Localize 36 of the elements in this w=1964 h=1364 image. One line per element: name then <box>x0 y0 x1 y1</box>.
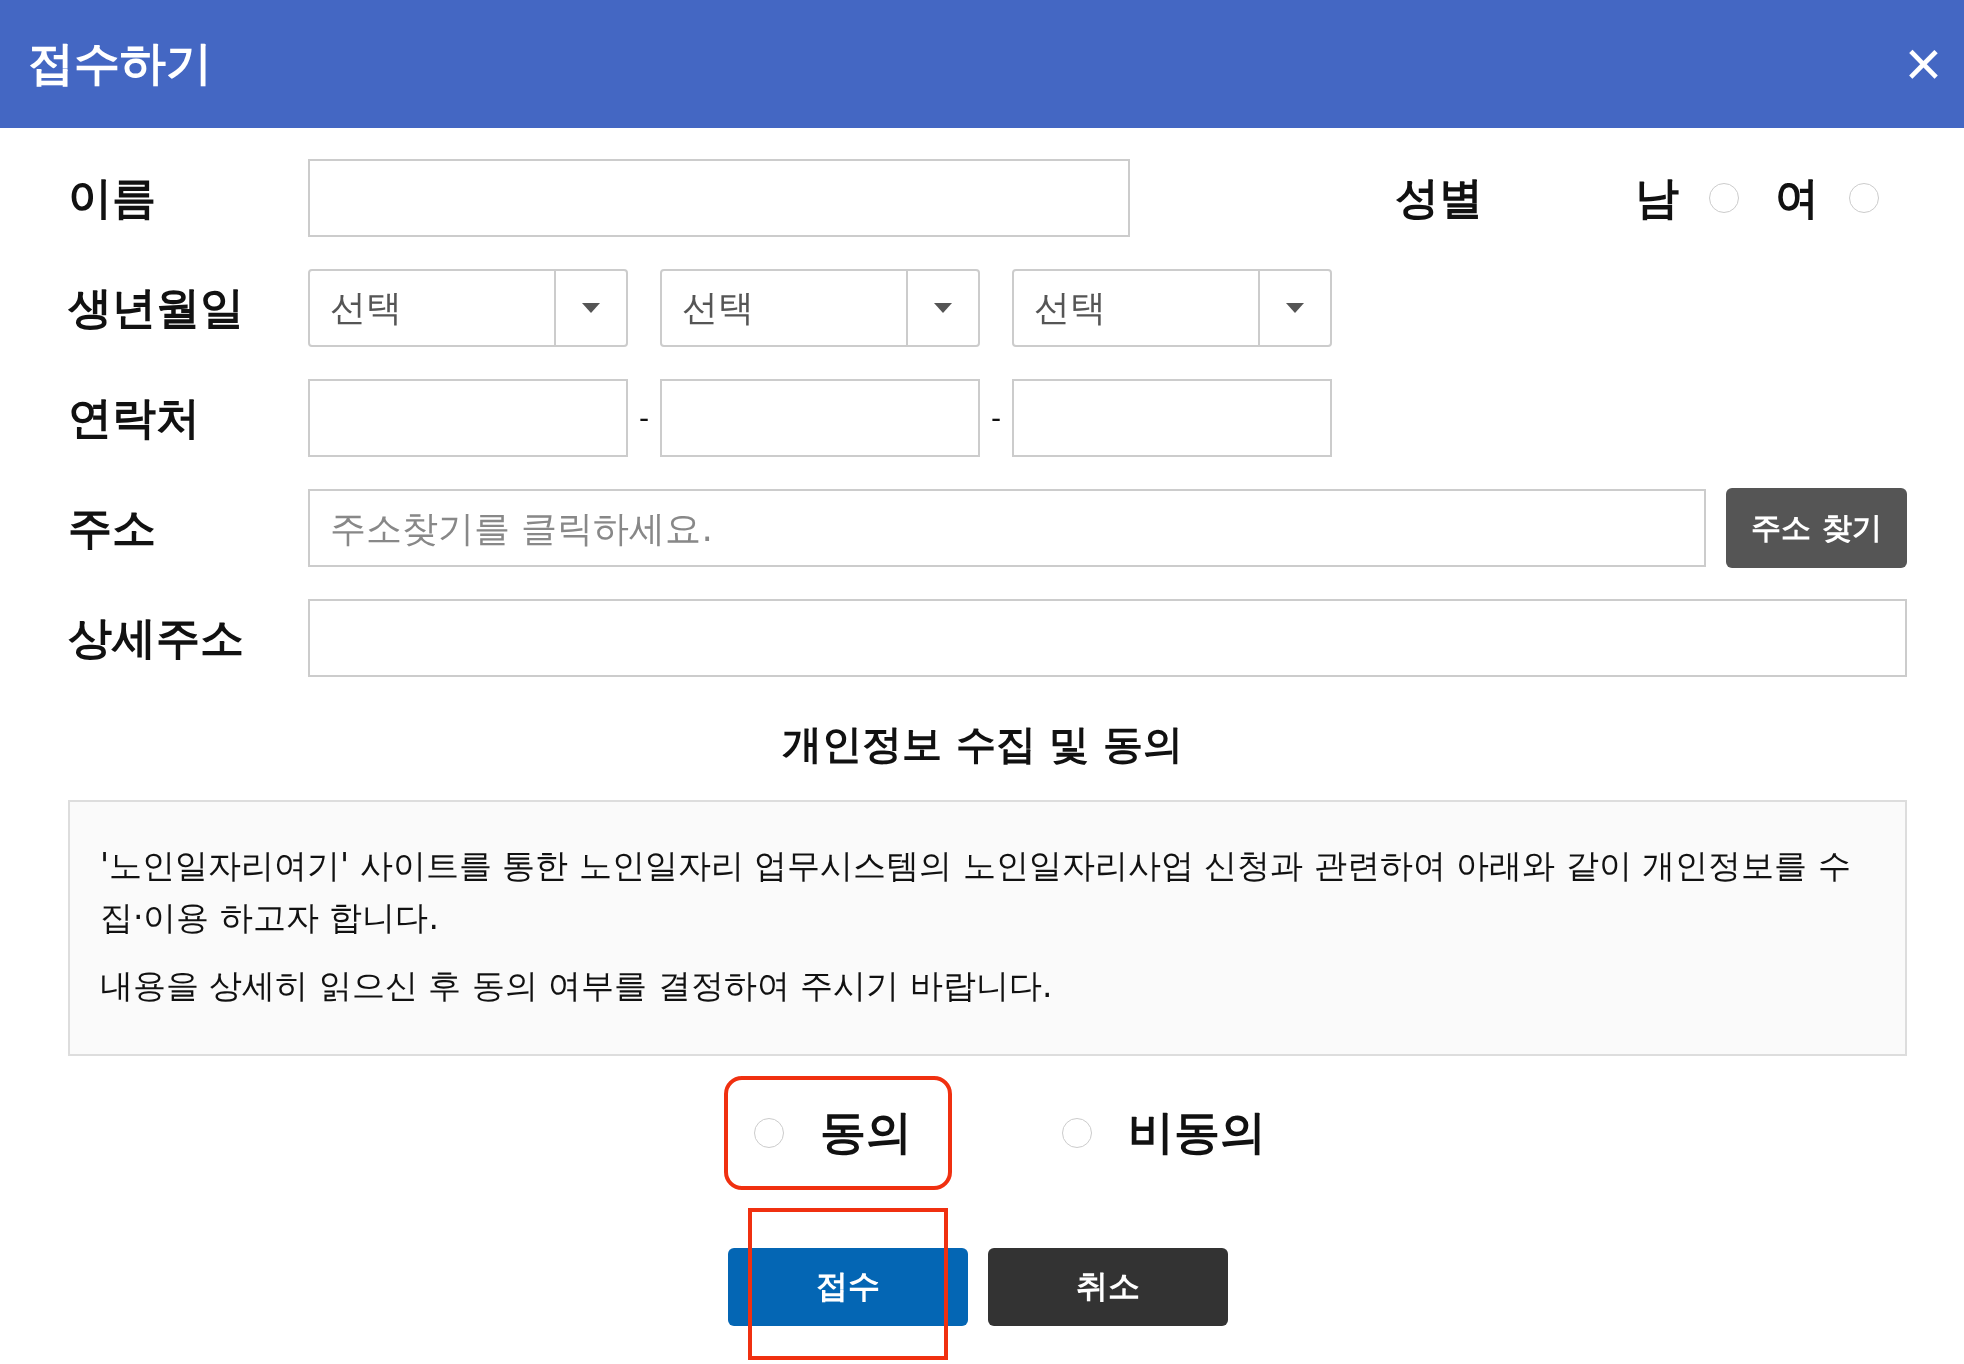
form-button[interactable]: 접수 <box>728 1248 968 1326</box>
caret-icon <box>1286 303 1304 313</box>
close-button[interactable]: × <box>1904 32 1942 96</box>
radio-label: 여 <box>1775 170 1819 225</box>
separator: - <box>637 401 651 435</box>
field-label: 이름 <box>68 170 157 225</box>
dropdown[interactable]: 선택 <box>308 269 628 347</box>
section-title: 개인정보 수집 및 동의 <box>780 720 1185 769</box>
radio-button[interactable] <box>754 1118 784 1148</box>
notice-text: '노인일자리여기' 사이트를 통한 노인일자리 업무시스템의 노인일자리사업 신청과 관련하여 아래와 같이 개인정보를 수집·이용 하고자 합니다. <box>100 845 1852 939</box>
radio-button[interactable] <box>1849 183 1879 213</box>
field-label: 상세주소 <box>68 610 245 665</box>
radio-label: 동의 <box>820 1104 912 1161</box>
name-input[interactable] <box>308 159 1130 237</box>
caret-icon <box>934 303 952 313</box>
field-label: 생년월일 <box>68 280 245 335</box>
phone-input[interactable] <box>308 379 628 457</box>
window-title: 접수하기 <box>28 35 212 92</box>
separator: - <box>989 401 1003 435</box>
caret-icon <box>582 303 600 313</box>
address-input[interactable]: 주소찾기를 클릭하세요. <box>308 489 1706 567</box>
field-label: 성별 <box>1395 170 1483 225</box>
field-label: 연락처 <box>68 390 201 445</box>
radio-button[interactable] <box>1062 1118 1092 1148</box>
radio-button[interactable] <box>1709 183 1739 213</box>
detail-address-input[interactable] <box>308 599 1907 677</box>
radio-label: 비동의 <box>1128 1104 1266 1161</box>
notice-text: 내용을 상세히 읽으신 후 동의 여부를 결정하여 주시기 바랍니다. <box>100 965 1054 1007</box>
form-button[interactable]: 취소 <box>988 1248 1228 1326</box>
radio-label: 남 <box>1635 170 1679 225</box>
field-label: 주소 <box>68 500 157 555</box>
phone-input[interactable] <box>1012 379 1332 457</box>
dropdown[interactable]: 선택 <box>1012 269 1332 347</box>
address-search-button[interactable]: 주소 찾기 <box>1726 488 1907 568</box>
phone-input[interactable] <box>660 379 980 457</box>
dropdown[interactable]: 선택 <box>660 269 980 347</box>
